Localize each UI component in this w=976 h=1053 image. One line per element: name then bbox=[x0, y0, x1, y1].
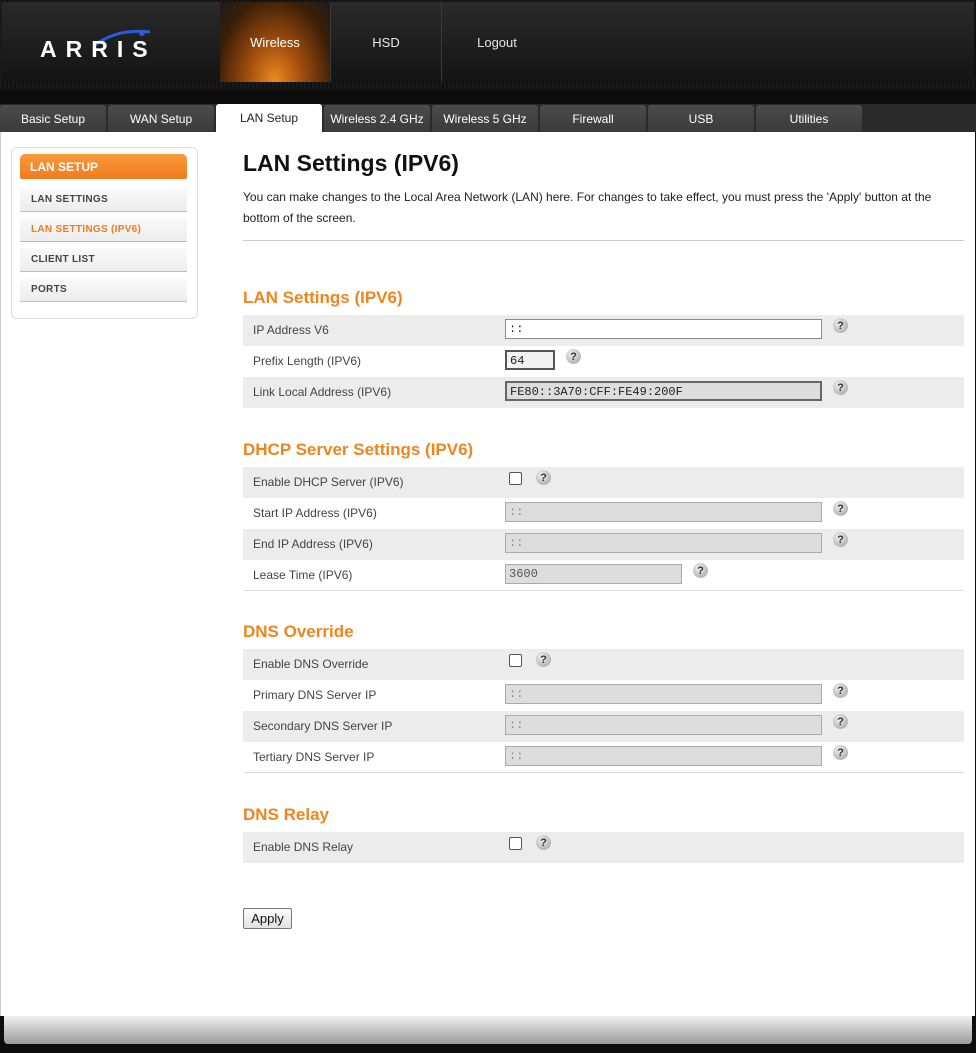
end-ip-label: End IP Address (IPV6) bbox=[253, 537, 373, 551]
nav-hsd[interactable]: HSD bbox=[331, 2, 442, 82]
row-tertiary-dns: Tertiary DNS Server IP :: ? bbox=[243, 742, 964, 773]
primary-dns-input[interactable]: :: bbox=[505, 684, 822, 704]
sidebar-item-client-list[interactable]: CLIENT LIST bbox=[20, 248, 187, 272]
nav-logout[interactable]: Logout bbox=[442, 2, 552, 82]
sidebar-item-lan-settings-ipv6[interactable]: LAN SETTINGS (IPV6) bbox=[20, 218, 187, 242]
start-ip-label: Start IP Address (IPV6) bbox=[253, 506, 377, 520]
intro-text: You can make changes to the Local Area N… bbox=[243, 190, 932, 225]
top-nav: Wireless HSD Logout bbox=[220, 2, 552, 82]
help-icon[interactable]: ? bbox=[566, 349, 581, 364]
secondary-dns-input[interactable]: :: bbox=[505, 715, 822, 735]
enable-dns-override-label: Enable DNS Override bbox=[253, 657, 369, 671]
start-ip-input[interactable]: :: bbox=[505, 502, 822, 522]
primary-dns-label: Primary DNS Server IP bbox=[253, 688, 377, 702]
sidebar: LAN SETUP LAN SETTINGS LAN SETTINGS (IPV… bbox=[11, 147, 198, 319]
row-lease-time: Lease Time (IPV6) 3600 ? bbox=[243, 560, 964, 591]
divider bbox=[243, 590, 964, 591]
row-enable-dns-override: Enable DNS Override ? bbox=[243, 649, 964, 680]
tab-wireless-5[interactable]: Wireless 5 GHz bbox=[432, 105, 538, 132]
sidebar-title: LAN SETUP bbox=[20, 154, 187, 179]
tab-bar: Basic Setup WAN Setup LAN Setup Wireless… bbox=[0, 104, 976, 132]
enable-dhcp-label: Enable DHCP Server (IPV6) bbox=[253, 475, 404, 489]
section-title-dns-override: DNS Override bbox=[243, 622, 354, 641]
header-bar: ARRIS Wireless HSD Logout bbox=[2, 2, 974, 82]
secondary-dns-label: Secondary DNS Server IP bbox=[253, 719, 393, 733]
enable-dhcp-checkbox[interactable] bbox=[509, 472, 522, 485]
row-link-local: Link Local Address (IPV6) FE80::3A70:CFF… bbox=[243, 377, 964, 408]
prefix-length-input[interactable]: 64 bbox=[505, 350, 555, 370]
tertiary-dns-label: Tertiary DNS Server IP bbox=[253, 750, 375, 764]
help-icon[interactable]: ? bbox=[536, 652, 551, 667]
row-start-ip: Start IP Address (IPV6) :: ? bbox=[243, 498, 964, 529]
help-icon[interactable]: ? bbox=[833, 318, 848, 333]
tab-wan-setup[interactable]: WAN Setup bbox=[108, 105, 214, 132]
help-icon[interactable]: ? bbox=[833, 745, 848, 760]
row-prefix-length: Prefix Length (IPV6) 64 ? bbox=[243, 346, 964, 377]
tertiary-dns-input[interactable]: :: bbox=[505, 746, 822, 766]
tab-utilities[interactable]: Utilities bbox=[756, 105, 862, 132]
divider bbox=[243, 240, 964, 241]
apply-button[interactable]: Apply bbox=[243, 908, 292, 929]
divider bbox=[243, 772, 964, 773]
section-title-dhcp: DHCP Server Settings (IPV6) bbox=[243, 440, 474, 459]
ip-address-input[interactable]: :: bbox=[505, 319, 822, 339]
link-local-input[interactable]: FE80::3A70:CFF:FE49:200F bbox=[505, 381, 822, 401]
header: ARRIS Wireless HSD Logout bbox=[0, 0, 976, 90]
link-local-label: Link Local Address (IPV6) bbox=[253, 385, 392, 399]
row-enable-dhcp: Enable DHCP Server (IPV6) ? bbox=[243, 467, 964, 498]
end-ip-input[interactable]: :: bbox=[505, 533, 822, 553]
enable-dns-override-checkbox[interactable] bbox=[509, 654, 522, 667]
row-enable-dns-relay: Enable DNS Relay ? bbox=[243, 832, 964, 863]
tab-usb[interactable]: USB bbox=[648, 105, 754, 132]
row-ip-address: IP Address V6 :: ? bbox=[243, 315, 964, 346]
help-icon[interactable]: ? bbox=[833, 683, 848, 698]
lease-time-label: Lease Time (IPV6) bbox=[253, 568, 353, 582]
help-icon[interactable]: ? bbox=[536, 835, 551, 850]
page-title: LAN Settings (IPV6) bbox=[243, 150, 459, 176]
row-end-ip: End IP Address (IPV6) :: ? bbox=[243, 529, 964, 560]
enable-dns-relay-label: Enable DNS Relay bbox=[253, 840, 354, 854]
enable-dns-relay-checkbox[interactable] bbox=[509, 837, 522, 850]
lease-time-input[interactable]: 3600 bbox=[505, 564, 682, 584]
section-title-lan: LAN Settings (IPV6) bbox=[243, 288, 403, 307]
row-secondary-dns: Secondary DNS Server IP :: ? bbox=[243, 711, 964, 742]
prefix-length-label: Prefix Length (IPV6) bbox=[253, 354, 362, 368]
help-icon[interactable]: ? bbox=[833, 714, 848, 729]
ip-address-label: IP Address V6 bbox=[253, 323, 329, 337]
nav-wireless[interactable]: Wireless bbox=[220, 2, 331, 82]
help-icon[interactable]: ? bbox=[833, 532, 848, 547]
tab-basic-setup[interactable]: Basic Setup bbox=[0, 105, 106, 132]
row-primary-dns: Primary DNS Server IP :: ? bbox=[243, 680, 964, 711]
footer-bar bbox=[4, 1016, 972, 1044]
tab-wireless-24[interactable]: Wireless 2.4 GHz bbox=[324, 105, 430, 132]
help-icon[interactable]: ? bbox=[693, 563, 708, 578]
section-title-dns-relay: DNS Relay bbox=[243, 805, 329, 824]
sidebar-item-ports[interactable]: PORTS bbox=[20, 278, 187, 302]
arris-logo: ARRIS bbox=[40, 36, 157, 62]
tab-firewall[interactable]: Firewall bbox=[540, 105, 646, 132]
help-icon[interactable]: ? bbox=[536, 470, 551, 485]
help-icon[interactable]: ? bbox=[833, 380, 848, 395]
sidebar-item-lan-settings[interactable]: LAN SETTINGS bbox=[20, 188, 187, 212]
tab-lan-setup[interactable]: LAN Setup bbox=[216, 104, 322, 132]
help-icon[interactable]: ? bbox=[833, 501, 848, 516]
